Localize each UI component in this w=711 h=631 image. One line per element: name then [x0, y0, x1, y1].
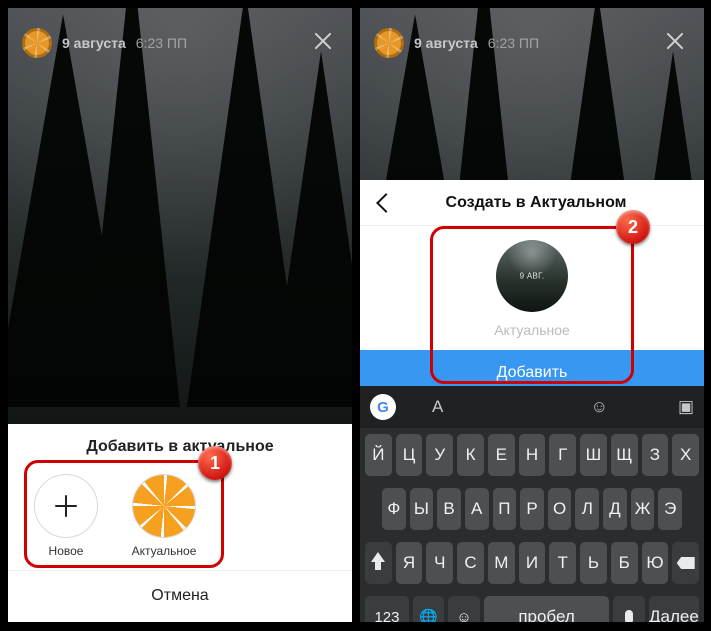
keyboard-row-2: ФЫВАПРОЛДЖЭ — [360, 482, 704, 536]
key-С[interactable]: С — [457, 542, 484, 584]
key-Б[interactable]: Б — [611, 542, 638, 584]
keyboard: G А ☺ ▣ ЙЦУКЕНГШЩЗХ ФЫВАПРОЛДЖЭ ЯЧСМИТЬБ… — [360, 386, 704, 622]
story-header: 9 августа 6:23 ПП — [374, 26, 690, 60]
key-Ю[interactable]: Ю — [642, 542, 669, 584]
globe-key[interactable]: 🌐 — [413, 596, 444, 622]
key-Ш[interactable]: Ш — [580, 434, 607, 476]
key-Я[interactable]: Я — [396, 542, 423, 584]
emoji-key[interactable]: ☺ — [448, 596, 479, 622]
plus-circle[interactable] — [34, 474, 98, 538]
back-icon[interactable] — [368, 187, 400, 219]
key-Ц[interactable]: Ц — [396, 434, 423, 476]
key-Ф[interactable]: Ф — [382, 488, 406, 530]
story-date: 9 августа — [62, 35, 126, 51]
key-Х[interactable]: Х — [672, 434, 699, 476]
new-highlight-button[interactable]: Новое — [28, 474, 104, 558]
highlight-sheet: Добавить в актуальное Новое Актуальное О… — [8, 424, 352, 622]
orange-icon[interactable] — [132, 474, 196, 538]
existing-highlight-button[interactable]: Актуальное — [126, 474, 202, 558]
backspace-key[interactable] — [672, 542, 699, 584]
step-badge-2: 2 — [616, 210, 650, 244]
story-date: 9 августа — [414, 35, 478, 51]
key-Л[interactable]: Л — [575, 488, 599, 530]
key-К[interactable]: К — [457, 434, 484, 476]
key-Ж[interactable]: Ж — [631, 488, 655, 530]
space-key[interactable]: пробел — [484, 596, 610, 622]
highlight-cover[interactable] — [496, 240, 568, 312]
key-А[interactable]: А — [465, 488, 489, 530]
panel-title-text: Создать в Актуальном — [408, 194, 664, 212]
highlight-name-input[interactable] — [442, 322, 622, 338]
suggestion-text[interactable]: А — [432, 397, 443, 417]
key-Д[interactable]: Д — [603, 488, 627, 530]
create-highlight-panel: Создать в Актуальном Добавить G А ☺ ▣ ЙЦ… — [360, 180, 704, 622]
story-avatar-icon[interactable] — [22, 28, 52, 58]
story-header: 9 августа 6:23 ПП — [22, 26, 338, 60]
key-Й[interactable]: Й — [365, 434, 392, 476]
key-Г[interactable]: Г — [549, 434, 576, 476]
sticker-icon[interactable]: ☺ — [591, 397, 608, 417]
key-Ь[interactable]: Ь — [580, 542, 607, 584]
keyboard-suggestion-bar: G А ☺ ▣ — [360, 386, 704, 428]
key-М[interactable]: М — [488, 542, 515, 584]
key-Э[interactable]: Э — [658, 488, 682, 530]
panel-header: Создать в Актуальном — [360, 180, 704, 226]
plus-icon — [55, 495, 77, 517]
key-Е[interactable]: Е — [488, 434, 515, 476]
new-label: Новое — [49, 544, 84, 558]
phone-right: 9 августа 6:23 ПП Создать в Актуальном Д… — [360, 8, 704, 622]
key-Ы[interactable]: Ы — [410, 488, 434, 530]
key-Щ[interactable]: Щ — [611, 434, 638, 476]
shift-key[interactable] — [365, 542, 392, 584]
sheet-title: Добавить в актуальное — [8, 424, 352, 464]
key-Т[interactable]: Т — [549, 542, 576, 584]
close-icon[interactable] — [662, 28, 688, 54]
key-И[interactable]: И — [519, 542, 546, 584]
keyboard-row-3: ЯЧСМИТЬБЮ — [360, 536, 704, 590]
mic-key[interactable] — [613, 596, 644, 622]
next-key[interactable]: Далее — [649, 596, 699, 622]
phone-left: 9 августа 6:23 ПП Добавить в актуальное … — [8, 8, 352, 622]
highlight-bubbles-row: Новое Актуальное — [8, 464, 352, 570]
keyboard-row-4: 123 🌐 ☺ пробел Далее — [360, 590, 704, 622]
panel-body — [360, 226, 704, 350]
story-time: 6:23 ПП — [488, 35, 539, 51]
step-badge-1: 1 — [198, 446, 232, 480]
key-В[interactable]: В — [437, 488, 461, 530]
highlight-label: Актуальное — [132, 544, 197, 558]
story-time: 6:23 ПП — [136, 35, 187, 51]
key-Ч[interactable]: Ч — [426, 542, 453, 584]
story-avatar-icon[interactable] — [374, 28, 404, 58]
key-Р[interactable]: Р — [520, 488, 544, 530]
google-icon[interactable]: G — [370, 394, 396, 420]
key-У[interactable]: У — [426, 434, 453, 476]
numeric-key[interactable]: 123 — [365, 596, 409, 622]
key-З[interactable]: З — [642, 434, 669, 476]
cancel-button[interactable]: Отмена — [8, 570, 352, 622]
camera-icon[interactable]: ▣ — [678, 397, 694, 417]
key-П[interactable]: П — [493, 488, 517, 530]
key-Н[interactable]: Н — [519, 434, 546, 476]
key-О[interactable]: О — [548, 488, 572, 530]
close-icon[interactable] — [310, 28, 336, 54]
keyboard-row-1: ЙЦУКЕНГШЩЗХ — [360, 428, 704, 482]
